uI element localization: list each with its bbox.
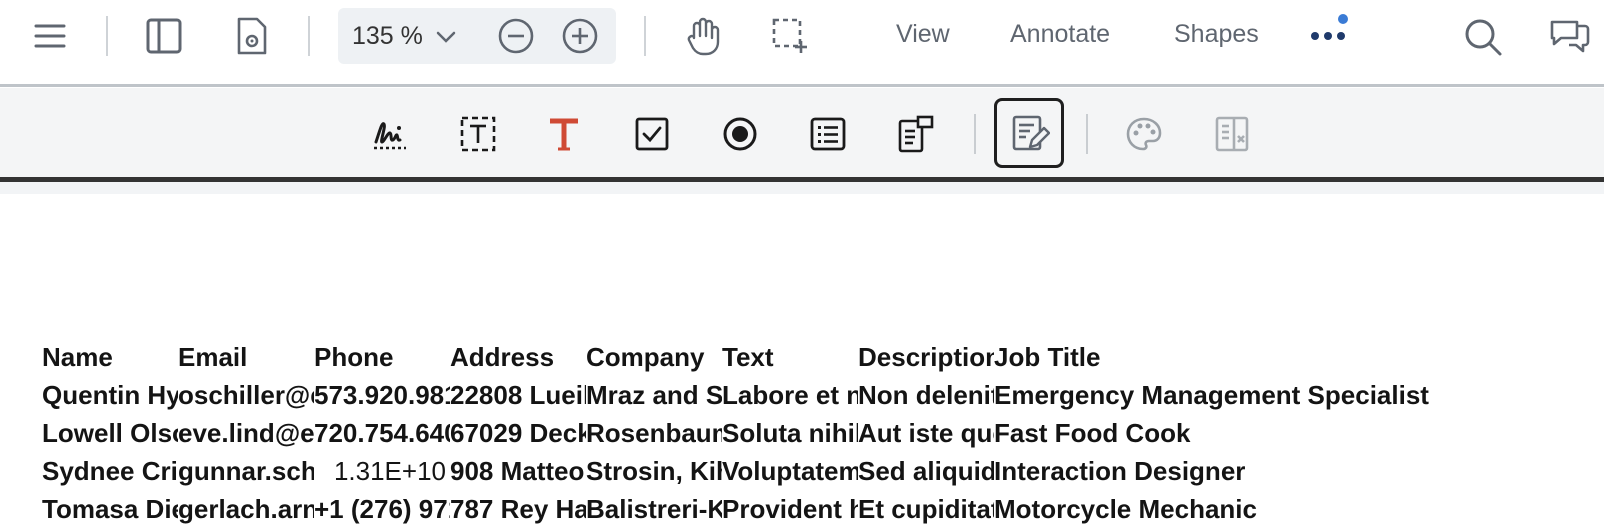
table-cell: Emergency Management Specialist [994,380,1429,410]
column-header: Email [178,342,248,372]
column-header: Description [858,342,994,372]
table-cell: Soluta nihil [722,418,858,448]
zoom-in-icon[interactable] [562,18,598,54]
table-cell: gunnar.schmidt@example.org [178,456,314,486]
table-cell: Strosin, Kihn [586,456,722,486]
table-cell: 67029 Deckow Road [450,418,586,448]
column-header: Phone [314,342,394,372]
table-cell: Tomasa Dietrich [42,494,178,524]
table-cell: Voluptatem [722,456,858,486]
table-cell: Et cupiditate [858,494,994,524]
search-icon[interactable] [1462,16,1504,58]
table-cell: Rosenbaum Inc [586,418,722,448]
toolbar-divider [1086,114,1088,154]
clear-form-icon[interactable] [1210,112,1254,156]
zoom-out-icon[interactable] [498,18,534,54]
form-edit-button[interactable] [994,98,1064,168]
checkbox-icon[interactable] [630,112,674,156]
table-cell: Provident hic [722,494,858,524]
table-cell: Non deleniti [858,380,994,410]
table-cell: 573.920.9812 [314,380,450,410]
column-header: Address [450,342,555,372]
menu-shapes[interactable]: Shapes [1174,20,1259,49]
table-cell: 22808 Lueilwitz Mall [450,380,586,410]
table-row: Quentin Hyatt oschiller@example.net 573.… [42,376,1542,414]
combo-box-icon[interactable] [894,112,938,156]
table-cell: +1 (276) 971-4410 [314,494,450,524]
document-settings-icon[interactable] [232,16,272,56]
toolbar-divider [644,16,646,56]
table-cell: Quentin Hyatt [42,380,178,410]
form-edit-icon [1009,112,1051,154]
sidebar-toggle-icon[interactable] [144,16,184,56]
column-header: Company [586,342,705,372]
marquee-select-icon[interactable] [770,16,810,56]
table-cell: 908 Matteo Ports [450,456,586,486]
column-header: Job Title [994,342,1101,372]
more-options-icon[interactable] [1308,24,1348,48]
zoom-value[interactable]: 135 % [352,22,423,51]
radio-button-icon[interactable] [718,112,762,156]
table-row: Tomasa Dietrich gerlach.arno@example.com… [42,490,1542,528]
palette-icon[interactable] [1122,112,1166,156]
table-cell: Balistreri-Kling [586,494,722,524]
table-cell: Motorcycle Mechanic [994,494,1257,524]
table-header-row: Name Email Phone Address Company Text De… [42,338,1542,376]
signature-icon[interactable] [368,112,412,156]
text-field-icon[interactable] [456,112,500,156]
table-cell: Aut iste quo [858,418,994,448]
table-cell: Labore et nam [722,380,858,410]
table-cell: Fast Food Cook [994,418,1191,448]
column-header: Text [722,342,774,372]
hamburger-menu-icon[interactable] [30,18,70,54]
top-toolbar: 135 % View Annotate Shapes [0,0,1604,87]
menu-view[interactable]: View [896,20,950,49]
free-text-icon[interactable] [542,112,586,156]
notification-dot [1338,14,1348,24]
table-cell: Mraz and Sons [586,380,722,410]
toolbar-divider [974,114,976,154]
table-cell: gerlach.arno@example.com [178,494,314,524]
column-header: Name [42,342,113,372]
table-cell: Sydnee Crist [42,456,178,486]
table-cell: Lowell Olson [42,418,178,448]
table-cell: 720.754.6401 [314,418,450,448]
toolbar-divider [308,16,310,56]
table-row: Sydnee Crist gunnar.schmidt@example.org … [42,452,1542,490]
form-tools-toolbar [0,88,1604,182]
table-cell: 787 Rey Harbors [450,494,586,524]
pan-hand-icon[interactable] [682,14,724,58]
toolbar-divider [106,16,108,56]
menu-annotate[interactable]: Annotate [1010,20,1110,49]
chevron-down-icon[interactable] [434,26,458,48]
table-cell: eve.lind@example.com [178,418,314,448]
list-box-icon[interactable] [806,112,850,156]
toolbar-shadow [0,182,1604,194]
comments-icon[interactable] [1548,16,1592,58]
table-cell: Sed aliquid [858,456,994,486]
table-cell: Interaction Designer [994,456,1246,486]
table-cell: 1.31E+10 [333,456,446,486]
table-cell: oschiller@example.net [178,380,314,410]
zoom-control: 135 % [338,8,616,64]
table-row: Lowell Olson eve.lind@example.com 720.75… [42,414,1542,452]
